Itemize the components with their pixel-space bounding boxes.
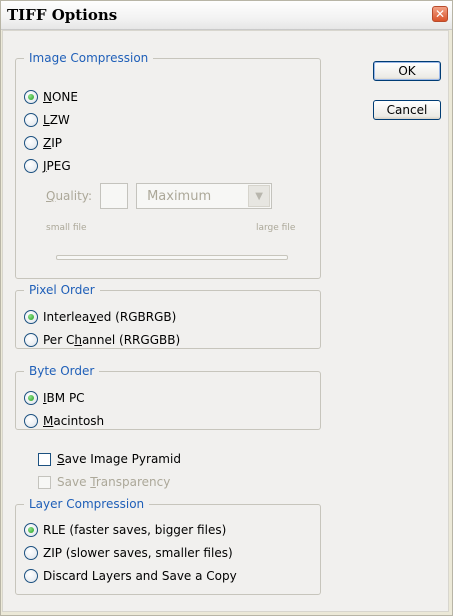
large-file-label: large file [256,223,296,233]
option-label: RLE (faster saves, bigger files) [43,523,227,537]
ok-button[interactable]: OK [373,61,441,81]
save-image-pyramid-checkbox[interactable]: Save Image Pyramid [38,449,181,469]
dialog-body: OK Cancel Image Compression NONE LZW ZIP… [2,30,449,612]
option-label: JPEG [43,159,71,173]
option-label: ZIP [43,136,63,150]
radio-selected[interactable] [24,391,38,405]
compression-option-jpeg[interactable]: JPEG [24,156,71,176]
quality-select[interactable]: Maximum ▼ [136,183,273,209]
checkbox-box[interactable] [38,475,51,489]
radio-unselected[interactable] [24,136,38,150]
byte-order-legend: Byte Order [29,364,95,378]
pixel-order-interleaved[interactable]: Interleaved (RGBRGB) [24,307,176,327]
radio-selected[interactable] [24,523,38,537]
compression-option-none[interactable]: NONE [24,87,78,107]
compression-option-lzw[interactable]: LZW [24,110,70,130]
quality-slider-track[interactable] [56,255,288,260]
radio-unselected[interactable] [24,159,38,173]
radio-unselected[interactable] [24,414,38,428]
dialog-title: TIFF Options [7,6,118,24]
option-label: LZW [43,113,70,127]
tiff-options-dialog: TIFF Options ✕ OK Cancel Image Compressi… [0,0,453,616]
image-compression-legend: Image Compression [29,51,149,65]
option-label: Macintosh [43,414,105,428]
option-label: ZIP (slower saves, smaller files) [43,546,233,560]
pixel-order-legend: Pixel Order [29,283,95,297]
option-label: Per Channel (RRGGBB) [43,333,181,347]
save-transparency-checkbox[interactable]: Save Transparency [38,472,170,492]
quality-row: Quality: Maximum ▼ [46,181,273,211]
layer-compression-legend: Layer Compression [29,497,145,511]
option-label: Interleaved (RGBRGB) [43,310,177,324]
byte-order-macintosh[interactable]: Macintosh [24,411,104,431]
quality-input[interactable] [100,183,129,209]
radio-unselected[interactable] [24,569,38,583]
checkbox-box[interactable] [38,452,51,466]
image-compression-group: Image Compression NONE LZW ZIP JPEG Qual… [15,51,321,279]
small-file-label: small file [46,223,87,233]
radio-unselected[interactable] [24,546,38,560]
compression-option-zip[interactable]: ZIP [24,133,62,153]
close-icon[interactable]: ✕ [432,6,448,22]
radio-selected[interactable] [24,310,38,324]
radio-unselected[interactable] [24,333,38,347]
quality-select-value: Maximum [147,188,212,204]
radio-unselected[interactable] [24,113,38,127]
quality-label: Quality: [46,189,93,203]
checkbox-label: Save Transparency [57,475,171,489]
chevron-down-icon: ▼ [248,185,271,207]
option-label: IBM PC [43,391,85,405]
byte-order-ibm-pc[interactable]: IBM PC [24,388,85,408]
checkbox-label: Save Image Pyramid [57,452,181,466]
byte-order-group: Byte Order IBM PC Macintosh [15,364,321,430]
title-bar[interactable]: TIFF Options ✕ [1,1,452,30]
pixel-order-group: Pixel Order Interleaved (RGBRGB) Per Cha… [15,283,321,349]
option-label: Discard Layers and Save a Copy [43,569,237,583]
layer-compression-zip[interactable]: ZIP (slower saves, smaller files) [24,543,233,563]
radio-selected[interactable] [24,90,38,104]
layer-compression-group: Layer Compression RLE (faster saves, big… [15,497,321,595]
layer-compression-discard[interactable]: Discard Layers and Save a Copy [24,566,237,586]
pixel-order-per-channel[interactable]: Per Channel (RRGGBB) [24,330,180,350]
cancel-button[interactable]: Cancel [373,100,441,120]
layer-compression-rle[interactable]: RLE (faster saves, bigger files) [24,520,226,540]
option-label: NONE [43,90,78,104]
